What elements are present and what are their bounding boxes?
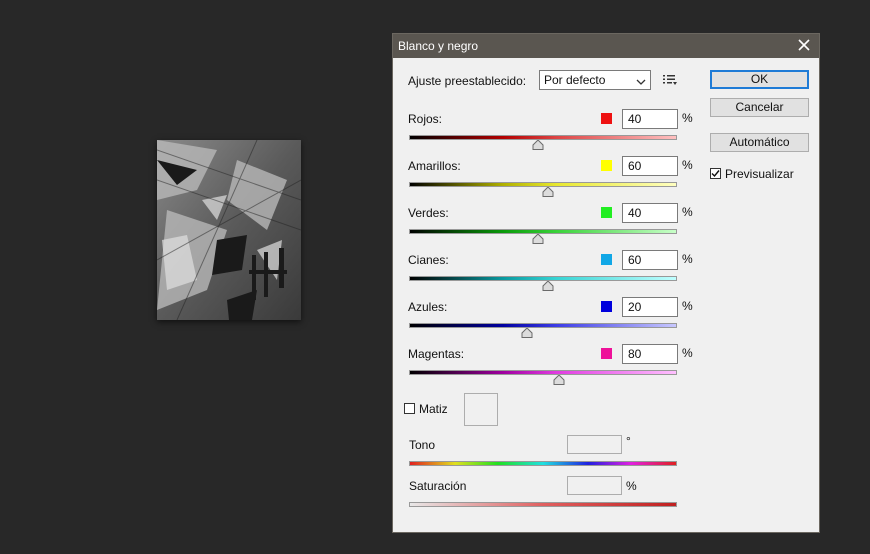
- slider-label-magentas: Magentas:: [408, 347, 465, 361]
- preset-value: Por defecto: [544, 73, 606, 87]
- tono-label: Tono: [409, 438, 436, 452]
- percent-sign-cianes: %: [682, 252, 693, 266]
- saturacion-label: Saturación: [409, 479, 467, 493]
- document-image: [157, 140, 301, 320]
- percent-sign-amarillos: %: [682, 158, 693, 172]
- tono-unit: °: [626, 434, 631, 448]
- close-icon[interactable]: [797, 38, 811, 52]
- value-input-magentas[interactable]: 80: [622, 344, 678, 364]
- saturacion-slider-track[interactable]: [409, 502, 677, 507]
- color-swatch-magentas: [601, 348, 612, 359]
- color-swatch-verdes: [601, 207, 612, 218]
- value-input-azules[interactable]: 20: [622, 297, 678, 317]
- preset-select[interactable]: Por defecto: [539, 70, 651, 90]
- color-swatch-azules: [601, 301, 612, 312]
- percent-sign-azules: %: [682, 299, 693, 313]
- color-swatch-cianes: [601, 254, 612, 265]
- slider-label-verdes: Verdes:: [408, 206, 449, 220]
- value-input-rojos[interactable]: 40: [622, 109, 678, 129]
- cancel-button[interactable]: Cancelar: [710, 98, 809, 117]
- dialog-titlebar: Blanco y negro: [393, 34, 819, 58]
- preset-label: Ajuste preestablecido:: [408, 74, 527, 88]
- saturacion-unit: %: [626, 479, 637, 493]
- ok-button[interactable]: OK: [710, 70, 809, 89]
- preview-label: Previsualizar: [725, 167, 794, 181]
- chevron-down-icon: [636, 74, 646, 92]
- value-input-cianes[interactable]: 60: [622, 250, 678, 270]
- black-white-dialog: Blanco y negro Ajuste preestablecido: Po…: [392, 33, 820, 533]
- saturacion-input[interactable]: [567, 476, 622, 495]
- slider-label-azules: Azules:: [408, 300, 448, 314]
- matiz-label: Matiz: [419, 402, 448, 416]
- color-swatch-amarillos: [601, 160, 612, 171]
- value-input-verdes[interactable]: 40: [622, 203, 678, 223]
- percent-sign-rojos: %: [682, 111, 693, 125]
- matiz-checkbox[interactable]: [404, 403, 415, 414]
- color-swatch-rojos: [601, 113, 612, 124]
- auto-button[interactable]: Automático: [710, 133, 809, 152]
- tono-slider-track[interactable]: [409, 461, 677, 466]
- tono-input[interactable]: [567, 435, 622, 454]
- preset-options-icon[interactable]: [663, 74, 677, 89]
- slider-label-cianes: Cianes:: [408, 253, 449, 267]
- preview-checkbox[interactable]: [710, 168, 721, 179]
- slider-label-amarillos: Amarillos:: [408, 159, 461, 173]
- percent-sign-verdes: %: [682, 205, 693, 219]
- slider-track-magentas[interactable]: [409, 370, 677, 375]
- slider-label-rojos: Rojos:: [408, 112, 443, 126]
- percent-sign-magentas: %: [682, 346, 693, 360]
- dialog-title: Blanco y negro: [398, 39, 479, 53]
- value-input-amarillos[interactable]: 60: [622, 156, 678, 176]
- slider-track-azules[interactable]: [409, 323, 677, 328]
- matiz-color-swatch[interactable]: [464, 393, 498, 426]
